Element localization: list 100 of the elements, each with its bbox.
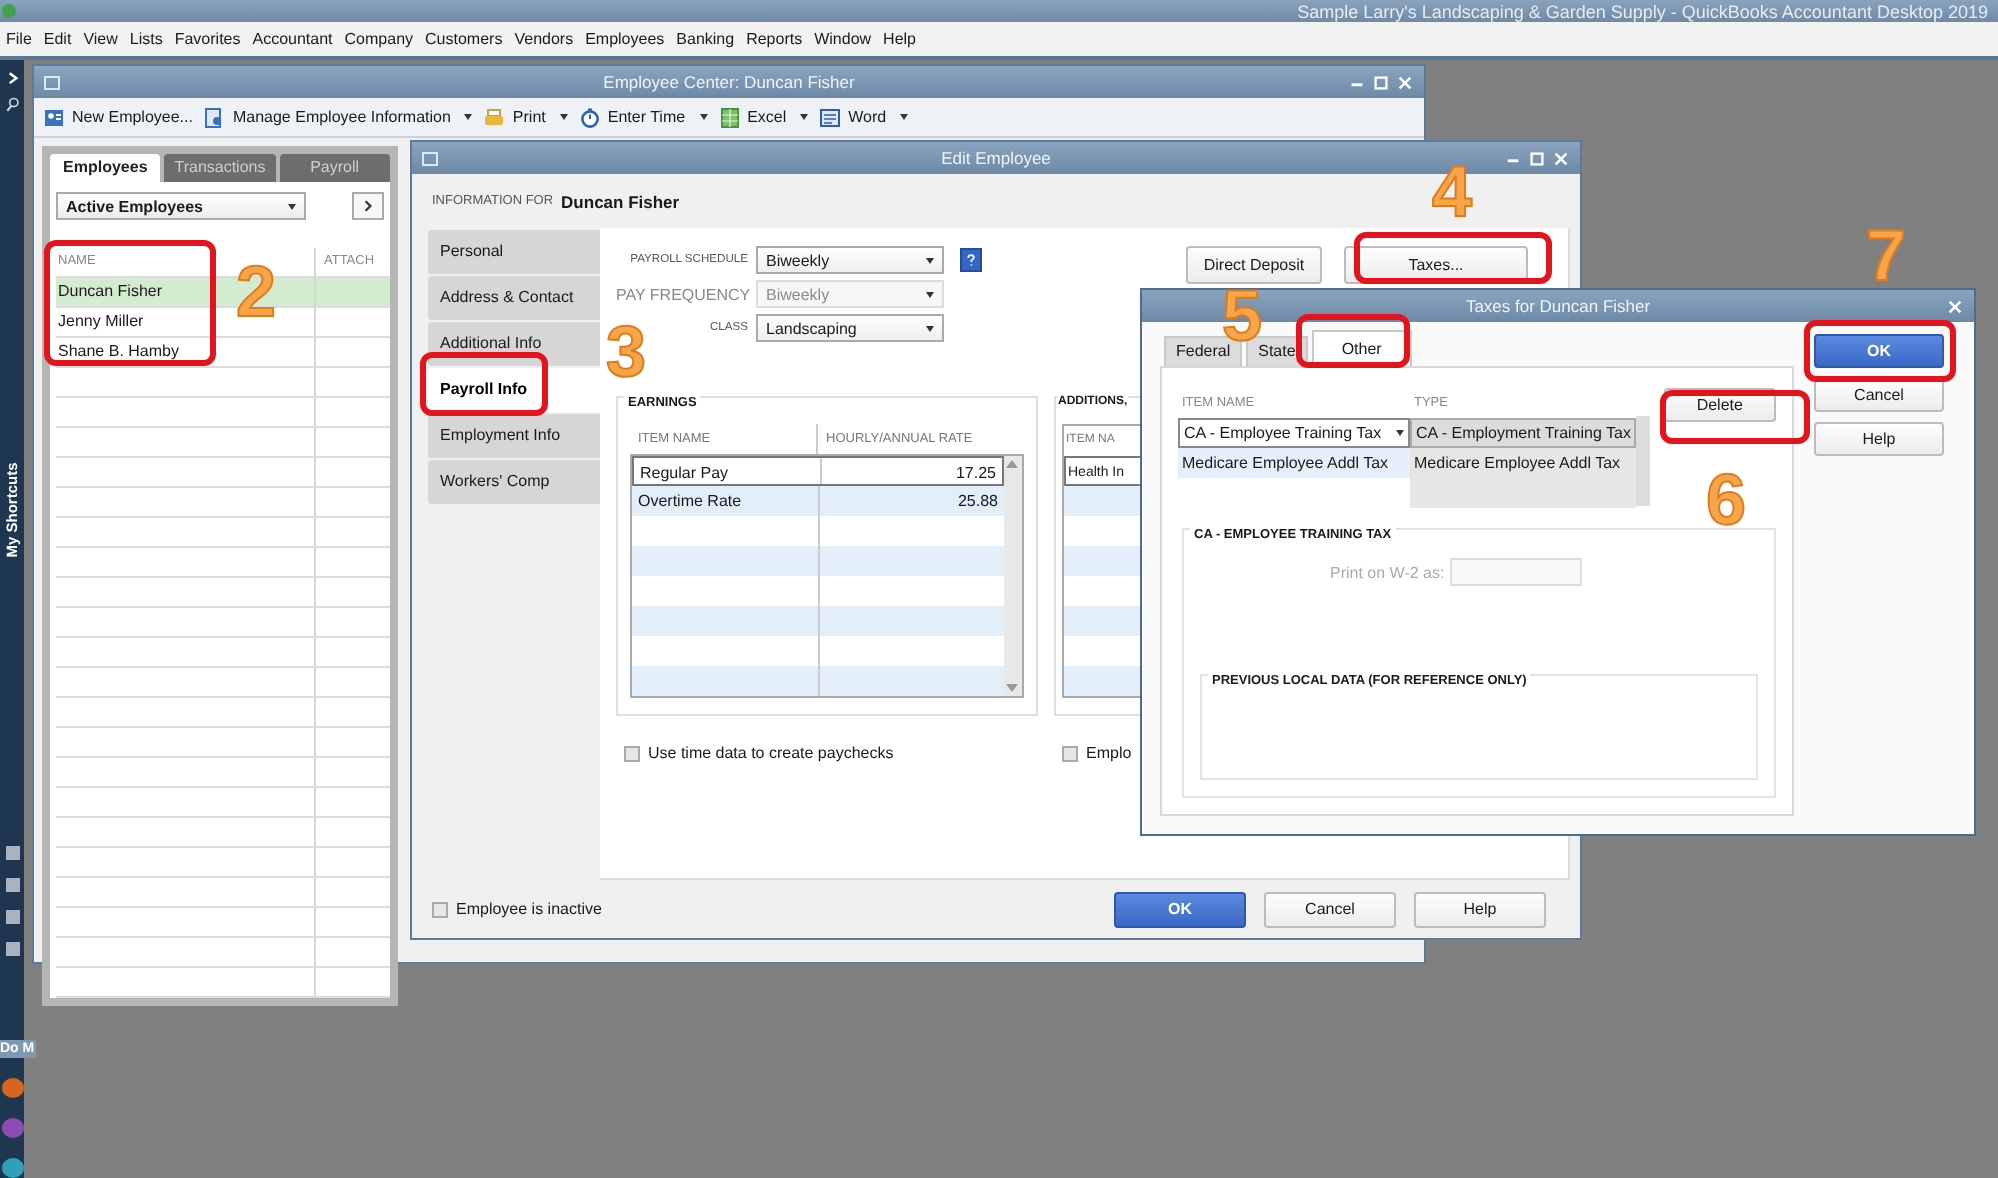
toolbar-button[interactable]: Word (820, 107, 909, 127)
step-number: 7 (1866, 220, 1907, 292)
chevron-right-icon (360, 198, 376, 214)
toolbar-button[interactable]: New Employee... (44, 107, 193, 127)
table-cell[interactable]: 17.25 (822, 458, 1002, 484)
table-cell[interactable]: Regular Pay (634, 458, 822, 484)
menu-item[interactable]: Vendors (508, 30, 580, 48)
shortcut-icon[interactable] (5, 877, 19, 892)
checkbox[interactable]: Employee is inactive (432, 900, 602, 918)
menu-item[interactable]: Lists (123, 30, 169, 48)
step-number: 4 (1432, 156, 1473, 228)
section-tab[interactable]: Address & Contact (428, 276, 600, 320)
app-logo-icon (2, 4, 16, 18)
expand-button[interactable] (352, 192, 384, 220)
filter-dropdown[interactable]: Active Employees (56, 192, 306, 220)
table-cell[interactable]: Medicare Employee Addl Tax (1178, 448, 1410, 478)
table-cell: CA - Employment Training Tax (1410, 418, 1637, 448)
scrollbar[interactable] (1004, 456, 1022, 696)
input-field (1450, 558, 1583, 586)
step-number: 3 (606, 316, 647, 388)
table-cell[interactable]: 25.88 (820, 486, 1004, 516)
dropdown-field: Biweekly (756, 280, 944, 308)
checkbox-box[interactable] (624, 745, 640, 761)
caret-icon (559, 114, 568, 120)
chevron-right-icon[interactable] (3, 70, 21, 87)
shortcut-icon[interactable] (1, 1157, 23, 1178)
section-tab[interactable]: Additional Info (428, 322, 600, 366)
menu-item[interactable]: File (0, 30, 38, 48)
caret-icon (926, 291, 934, 297)
dropdown-field[interactable]: Landscaping (756, 314, 944, 342)
close-icon[interactable] (1946, 297, 1964, 315)
tab[interactable]: Employees (50, 154, 161, 182)
dialog-button[interactable]: OK (1814, 334, 1944, 368)
caret-icon (926, 325, 934, 331)
help-icon[interactable] (960, 248, 982, 272)
caret-icon (464, 114, 473, 120)
toolbar-button[interactable]: Enter Time (579, 107, 708, 127)
dropdown-field[interactable]: Biweekly (756, 246, 944, 274)
app-title: Sample Larry's Landscaping & Garden Supply - QuickBooks Accountant Desktop 2019 (1297, 2, 1988, 22)
field-label: PAY FREQUENCY (616, 285, 748, 303)
menu-item[interactable]: Accountant (246, 30, 339, 48)
scrollbar[interactable] (1636, 416, 1650, 506)
scroll-down-icon[interactable] (1004, 680, 1020, 696)
dialog-button[interactable]: Help (1814, 422, 1944, 456)
dialog-button[interactable]: OK (1114, 891, 1246, 927)
search-icon[interactable] (3, 96, 21, 113)
table-cell[interactable]: Overtime Rate (632, 486, 820, 516)
menu-item[interactable]: Company (338, 30, 420, 48)
close-icon[interactable] (1552, 149, 1570, 167)
maximize-icon[interactable] (1528, 149, 1546, 167)
caret-icon (288, 203, 296, 209)
document-icon (820, 107, 841, 127)
checkbox[interactable]: Use time data to create paychecks (624, 744, 1062, 762)
menu-item[interactable]: Edit (37, 30, 78, 48)
table-cell: Medicare Employee Addl Tax (1410, 448, 1637, 478)
step-number: 6 (1706, 464, 1747, 536)
checkbox-box[interactable] (432, 901, 448, 917)
scroll-up-icon[interactable] (1004, 456, 1020, 472)
menu-item[interactable]: Customers (419, 30, 509, 48)
toolbar-button[interactable]: Manage Employee Information (204, 107, 473, 127)
printer-icon (484, 107, 505, 127)
menu-item[interactable]: Window (808, 30, 878, 48)
stopwatch-icon (579, 107, 600, 127)
dialog-button[interactable]: Help (1414, 891, 1546, 927)
spreadsheet-icon (719, 107, 740, 127)
employee-name: Duncan Fisher (561, 191, 680, 211)
dialog-button[interactable]: Cancel (1264, 891, 1396, 927)
checkbox[interactable]: Emplo (1062, 744, 1132, 762)
highlight-frame (1296, 314, 1410, 368)
section-tab[interactable]: Personal (428, 230, 600, 274)
employee-row[interactable]: Shane B. Hamby (56, 338, 390, 368)
window-menu-icon[interactable] (44, 75, 60, 89)
window-menu-icon[interactable] (422, 151, 438, 165)
checkbox-box[interactable] (1062, 745, 1078, 761)
shortcut-icon[interactable] (1, 1077, 23, 1098)
dialog-button[interactable]: Direct Deposit (1186, 246, 1322, 284)
toolbar-button[interactable]: Print (484, 107, 568, 127)
menu-item[interactable]: Employees (579, 30, 671, 48)
window-title: Employee Center: Duncan Fisher (603, 72, 855, 92)
field-label: Print on W-2 as: (1330, 563, 1445, 581)
shortcut-icon[interactable] (5, 909, 19, 924)
section-tab[interactable]: Employment Info (428, 414, 600, 458)
menu-item[interactable]: View (77, 30, 124, 48)
menu-item[interactable]: Help (877, 30, 922, 48)
section-tab[interactable]: Payroll Info (428, 368, 600, 412)
section-tab[interactable]: Workers' Comp (428, 460, 600, 504)
menu-item[interactable]: Favorites (168, 30, 247, 48)
caret-icon (900, 114, 909, 120)
close-icon[interactable] (1396, 73, 1414, 91)
menu-item[interactable]: Reports (740, 30, 809, 48)
toolbar-button[interactable]: Excel (719, 107, 809, 127)
document-person-icon (204, 107, 225, 127)
shortcut-icon[interactable] (5, 941, 19, 956)
caret-icon (926, 257, 934, 263)
maximize-icon[interactable] (1372, 73, 1390, 91)
shortcut-icon[interactable] (5, 845, 19, 860)
person-card-icon (44, 107, 64, 127)
caret-icon (1396, 430, 1404, 436)
window-title: Taxes for Duncan Fisher (1465, 296, 1651, 316)
menu-item[interactable]: Banking (670, 30, 741, 48)
